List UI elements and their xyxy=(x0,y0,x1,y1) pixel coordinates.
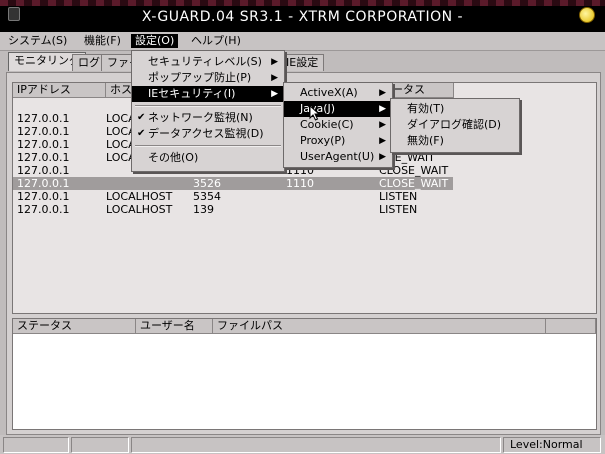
cell-local-port: 3526 xyxy=(193,177,221,190)
tab-ie-settings[interactable]: IE設定 xyxy=(280,54,325,71)
menu-separator xyxy=(135,105,281,107)
column-header-status[interactable]: ステータス xyxy=(13,319,136,334)
menu-item-label: UserAgent(U) xyxy=(300,150,375,163)
submenu-arrow-icon: ▶ xyxy=(271,57,278,67)
menu-function[interactable]: 機能(F) xyxy=(80,34,125,48)
ie-security-submenu: ActiveX(A) ▶ Java(J) ▶ Cookie(C) ▶ Proxy… xyxy=(283,82,393,168)
title-bar[interactable]: X-GUARD.04 SR3.1 - XTRM CORPORATION - xyxy=(0,0,605,32)
menu-item-label: 有効(T) xyxy=(407,102,445,115)
status-pane xyxy=(3,437,69,453)
menu-separator xyxy=(135,145,281,147)
column-header-ip[interactable]: IPアドレス xyxy=(13,83,106,98)
menu-item-java-dialog[interactable]: ダイアログ確認(D) xyxy=(391,117,519,133)
menu-item-label: ActiveX(A) xyxy=(300,86,358,99)
table-row[interactable]: 127.0.0.1 LOCALHOST 139 LISTEN xyxy=(13,203,453,216)
cell-ip: 127.0.0.1 xyxy=(17,125,70,138)
submenu-arrow-icon: ▶ xyxy=(271,73,278,83)
cell-ip: 127.0.0.1 xyxy=(17,190,70,203)
column-header-extra[interactable] xyxy=(546,319,596,334)
menu-item-label: IEセキュリティ(I) xyxy=(148,87,236,100)
menu-item-label: データアクセス監視(D) xyxy=(148,127,264,140)
cell-ip: 127.0.0.1 xyxy=(17,177,70,190)
menu-bar: システム(S) 機能(F) 設定(O) ヘルプ(H) xyxy=(0,32,605,51)
menu-item-java-enable[interactable]: 有効(T) xyxy=(391,101,519,117)
submenu-arrow-icon: ▶ xyxy=(379,104,386,114)
status-pane xyxy=(71,437,129,453)
menu-item-cookie[interactable]: Cookie(C) ▶ xyxy=(284,117,392,133)
table-row[interactable]: 127.0.0.1 LOCALHOST 5354 LISTEN xyxy=(13,190,453,203)
cell-host: LOCALHOST xyxy=(106,190,173,203)
cell-status: LISTEN xyxy=(379,203,418,216)
security-level-text: Level:Normal xyxy=(510,438,583,451)
menu-item-label: 無効(F) xyxy=(407,134,444,147)
submenu-arrow-icon: ▶ xyxy=(379,152,386,162)
menu-item-useragent[interactable]: UserAgent(U) ▶ xyxy=(284,149,392,165)
menu-item-label: Proxy(P) xyxy=(300,134,346,147)
minimize-icon[interactable] xyxy=(579,7,595,23)
menu-item-java[interactable]: Java(J) ▶ xyxy=(284,101,392,117)
menu-item-label: ネットワーク監視(N) xyxy=(148,111,253,124)
column-header-filepath[interactable]: ファイルパス xyxy=(213,319,546,334)
cell-remote-port: 1110 xyxy=(286,177,314,190)
menu-item-popup-block[interactable]: ポップアップ防止(P) ▶ xyxy=(132,70,284,86)
status-pane xyxy=(131,437,501,453)
menu-item-data-access-monitor[interactable]: ✔ データアクセス監視(D) xyxy=(132,126,284,142)
menu-item-label: セキュリティレベル(S) xyxy=(148,55,262,68)
mouse-cursor-icon xyxy=(309,105,321,121)
menu-item-label: その他(O) xyxy=(148,151,199,164)
menu-item-other[interactable]: その他(O) xyxy=(132,150,284,166)
java-submenu: 有効(T) ダイアログ確認(D) 無効(F) xyxy=(390,98,520,153)
cell-ip: 127.0.0.1 xyxy=(17,112,70,125)
cell-host: LOCALHOST xyxy=(106,203,173,216)
column-header-user[interactable]: ユーザー名 xyxy=(136,319,213,334)
cell-ip: 127.0.0.1 xyxy=(17,203,70,216)
menu-item-activex[interactable]: ActiveX(A) ▶ xyxy=(284,85,392,101)
menu-item-security-level[interactable]: セキュリティレベル(S) ▶ xyxy=(132,54,284,70)
cell-local-port: 139 xyxy=(193,203,214,216)
menu-settings[interactable]: 設定(O) xyxy=(131,34,179,48)
window-title: X-GUARD.04 SR3.1 - XTRM CORPORATION - xyxy=(141,9,464,25)
check-icon: ✔ xyxy=(137,112,146,123)
cell-local-port: 5354 xyxy=(193,190,221,203)
check-icon: ✔ xyxy=(137,128,146,139)
menu-help[interactable]: ヘルプ(H) xyxy=(187,34,245,48)
menu-item-ie-security[interactable]: IEセキュリティ(I) ▶ xyxy=(132,86,284,102)
cell-ip: 127.0.0.1 xyxy=(17,138,70,151)
submenu-arrow-icon: ▶ xyxy=(379,120,386,130)
menu-item-java-disable[interactable]: 無効(F) xyxy=(391,133,519,149)
tab-bar: モニタリング ログ ファイ IE設定 xyxy=(0,52,605,72)
menu-item-label: ポップアップ防止(P) xyxy=(148,71,252,84)
table-row-selected[interactable]: 127.0.0.1 3526 1110 CLOSE_WAIT xyxy=(13,177,453,190)
submenu-arrow-icon: ▶ xyxy=(379,136,386,146)
menu-item-network-monitor[interactable]: ✔ ネットワーク監視(N) xyxy=(132,110,284,126)
status-bar: Level:Normal xyxy=(0,435,605,454)
menu-system[interactable]: システム(S) xyxy=(4,34,71,48)
submenu-arrow-icon: ▶ xyxy=(271,89,278,99)
cell-ip: 127.0.0.1 xyxy=(17,164,70,177)
submenu-arrow-icon: ▶ xyxy=(379,88,386,98)
file-access-list[interactable]: ステータス ユーザー名 ファイルパス xyxy=(12,318,597,430)
menu-item-proxy[interactable]: Proxy(P) ▶ xyxy=(284,133,392,149)
menu-item-label: ダイアログ確認(D) xyxy=(407,118,502,131)
title-decoration xyxy=(0,0,605,6)
cell-status: LISTEN xyxy=(379,190,418,203)
cell-status: CLOSE_WAIT xyxy=(379,177,449,190)
cell-ip: 127.0.0.1 xyxy=(17,151,70,164)
settings-menu: セキュリティレベル(S) ▶ ポップアップ防止(P) ▶ IEセキュリティ(I)… xyxy=(131,50,285,172)
